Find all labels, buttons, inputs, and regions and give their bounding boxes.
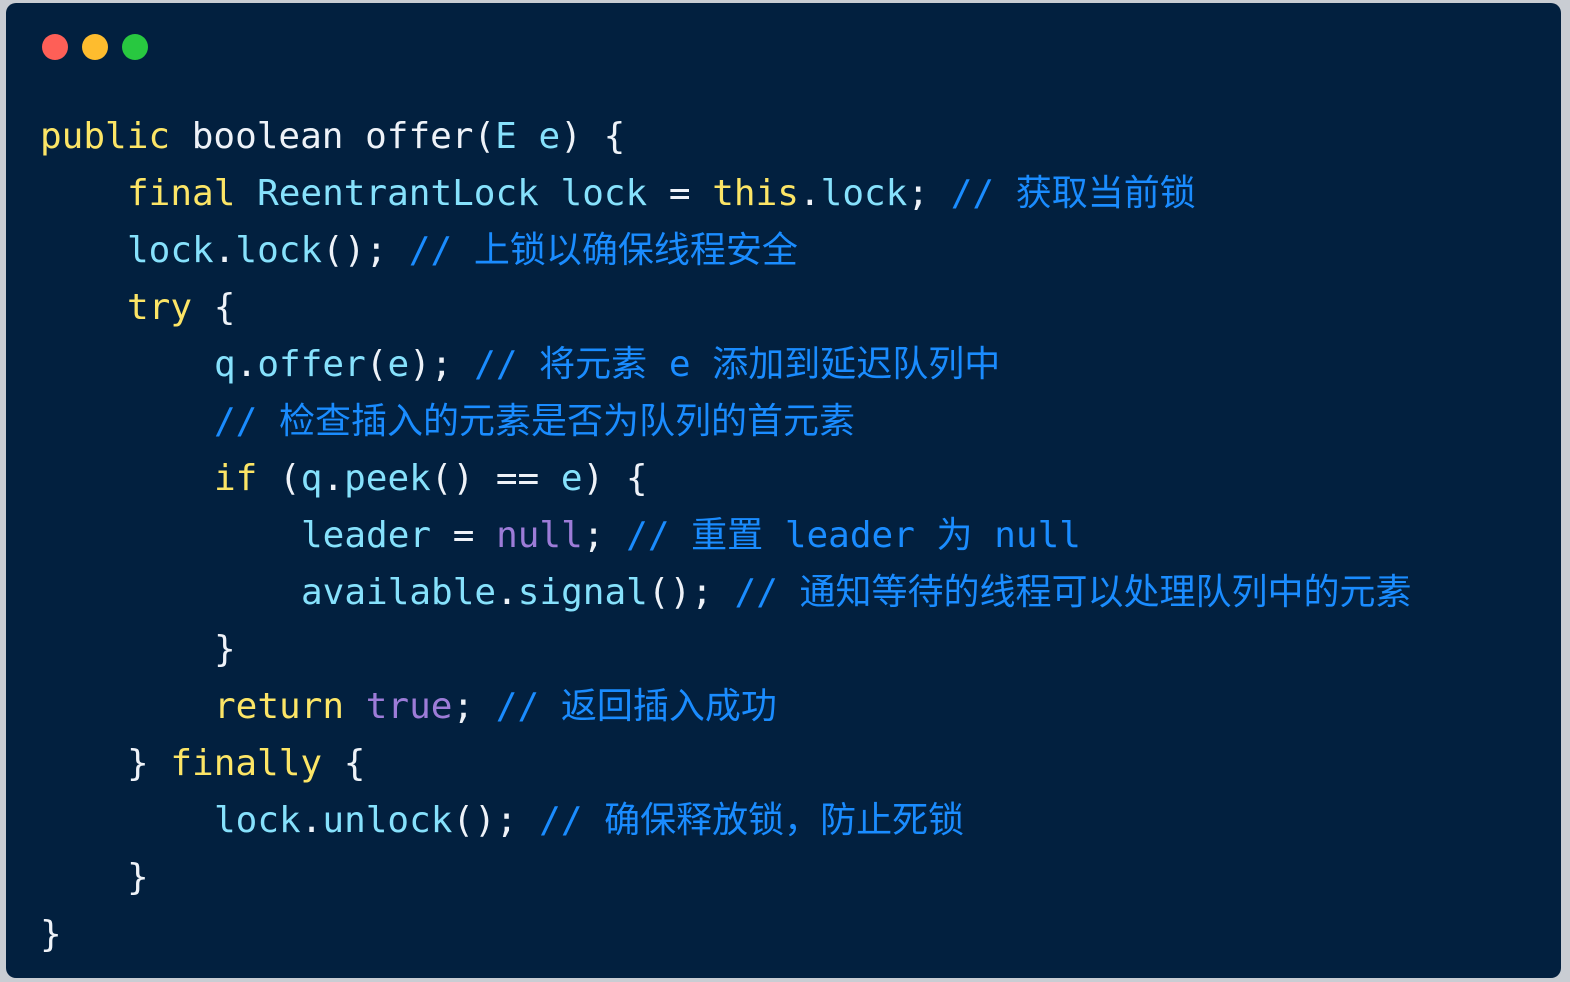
code-punctuation	[539, 173, 561, 214]
code-comment: // 返回插入成功	[495, 686, 777, 727]
code-identifier: peek	[344, 458, 431, 499]
code-punctuation: ();	[452, 800, 540, 841]
code-punctuation	[344, 686, 366, 727]
code-punctuation: ;	[907, 173, 951, 214]
code-comment: // 通知等待的线程可以处理队列中的元素	[734, 572, 1412, 613]
code-punctuation: (	[365, 344, 388, 385]
code-punctuation: (	[257, 458, 301, 499]
code-comment: // 获取当前锁	[950, 173, 1196, 214]
code-punctuation: .	[235, 344, 258, 385]
code-punctuation: =	[647, 173, 713, 214]
code-identifier: ReentrantLock	[257, 173, 539, 214]
code-identifier: e	[560, 458, 583, 499]
code-identifier: q	[300, 458, 323, 499]
code-punctuation: }	[127, 743, 171, 784]
code-identifier: q	[214, 344, 236, 385]
code-punctuation: ;	[452, 686, 496, 727]
code-punctuation: ();	[322, 230, 409, 271]
code-comment: // 重置 leader 为 null	[626, 515, 1081, 556]
code-punctuation: .	[322, 458, 345, 499]
code-identifier: E	[495, 116, 517, 157]
code-identifier: e	[538, 116, 561, 157]
code-punctuation: .	[300, 800, 323, 841]
code-identifier: e	[387, 344, 410, 385]
code-identifier: offer	[257, 344, 366, 385]
code-comment: // 确保释放锁，防止死锁	[539, 800, 965, 841]
code-punctuation	[517, 116, 539, 157]
code-punctuation: .	[213, 230, 236, 271]
code-line: if (q.peek() == e) {	[40, 450, 1412, 507]
code-keyword: public	[40, 116, 171, 157]
code-punctuation: =	[431, 515, 497, 556]
code-identifier: available	[301, 572, 497, 613]
code-punctuation: ;	[582, 515, 627, 556]
code-identifier: lock	[127, 230, 214, 271]
code-keyword: if	[214, 458, 258, 499]
code-keyword: this	[712, 173, 799, 214]
code-punctuation: {	[192, 287, 236, 328]
code-line: public boolean offer(E e) {	[40, 108, 1412, 165]
code-keyword: final	[127, 173, 236, 214]
code-literal: true	[365, 686, 453, 727]
code-line: available.signal(); // 通知等待的线程可以处理队列中的元素	[40, 564, 1412, 621]
code-identifier: lock	[560, 173, 648, 214]
code-comment: // 上锁以确保线程安全	[408, 230, 798, 271]
code-punctuation: );	[409, 344, 475, 385]
code-line: }	[40, 906, 1412, 963]
code-line: return true; // 返回插入成功	[40, 678, 1412, 735]
code-line: final ReentrantLock lock = this.lock; //…	[40, 165, 1412, 222]
code-punctuation: .	[798, 173, 821, 214]
code-literal: null	[496, 515, 583, 556]
code-punctuation: {	[322, 743, 366, 784]
code-identifier: lock	[214, 800, 301, 841]
code-punctuation: ) {	[560, 116, 626, 157]
code-line: }	[40, 621, 1412, 678]
code-punctuation	[235, 173, 257, 214]
code-line: } finally {	[40, 735, 1412, 792]
code-window: public boolean offer(E e) {final Reentra…	[6, 3, 1561, 978]
code-line: leader = null; // 重置 leader 为 null	[40, 507, 1412, 564]
code-punctuation: .	[496, 572, 518, 613]
code-punctuation: }	[127, 857, 149, 898]
code-identifier: unlock	[322, 800, 453, 841]
code-punctuation: () ==	[430, 458, 561, 499]
code-punctuation: ) {	[582, 458, 648, 499]
code-line: lock.unlock(); // 确保释放锁，防止死锁	[40, 792, 1412, 849]
code-punctuation: boolean offer(	[170, 116, 496, 157]
code-line: lock.lock(); // 上锁以确保线程安全	[40, 222, 1412, 279]
maximize-button[interactable]	[122, 34, 148, 60]
code-line: }	[40, 849, 1412, 906]
code-keyword: finally	[170, 743, 323, 784]
code-identifier: signal	[517, 572, 648, 613]
code-comment: // 将元素 e 添加到延迟队列中	[474, 344, 1001, 385]
code-line: // 检查插入的元素是否为队列的首元素	[40, 393, 1412, 450]
close-button[interactable]	[42, 34, 68, 60]
code-punctuation: ();	[647, 572, 735, 613]
code-keyword: try	[127, 287, 193, 328]
code-comment: // 检查插入的元素是否为队列的首元素	[214, 401, 856, 442]
minimize-button[interactable]	[82, 34, 108, 60]
code-block[interactable]: public boolean offer(E e) {final Reentra…	[40, 108, 1412, 963]
code-identifier: leader	[301, 515, 432, 556]
code-punctuation: }	[214, 629, 236, 670]
code-identifier: lock	[235, 230, 323, 271]
code-line: try {	[40, 279, 1412, 336]
code-identifier: lock	[820, 173, 908, 214]
code-line: q.offer(e); // 将元素 e 添加到延迟队列中	[40, 336, 1412, 393]
code-punctuation: }	[40, 914, 62, 955]
code-keyword: return	[214, 686, 345, 727]
